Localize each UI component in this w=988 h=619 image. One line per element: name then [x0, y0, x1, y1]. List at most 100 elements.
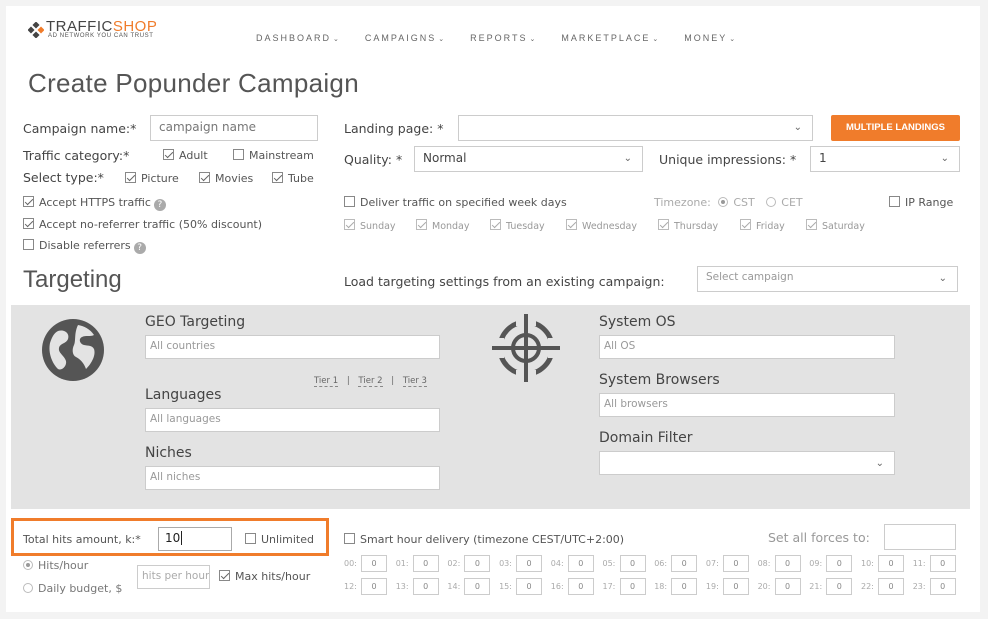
hour-force-input[interactable]: 0 [671, 578, 698, 595]
hour-force-input[interactable]: 0 [671, 555, 698, 572]
hour-force-input[interactable]: 0 [929, 578, 956, 595]
wednesday-checkbox[interactable] [566, 219, 577, 230]
weekday-tuesday[interactable]: Tuesday [490, 219, 545, 232]
nav-money[interactable]: MONEY ⌄ [684, 33, 735, 43]
accept-noreferrer-checkbox[interactable] [23, 218, 34, 229]
nav-reports[interactable]: REPORTS ⌄ [470, 33, 535, 43]
hour-force-input[interactable]: 0 [878, 555, 904, 572]
weekday-thursday[interactable]: Thursday [658, 219, 718, 232]
load-targeting-placeholder: Select campaign [706, 271, 794, 283]
accept-noreferrer-option[interactable]: Accept no-referrer traffic (50% discount… [23, 218, 262, 231]
niches-input[interactable]: All niches [145, 466, 440, 490]
hits-hour-radio[interactable] [23, 560, 33, 570]
landing-page-select[interactable]: ⌄ [458, 115, 813, 141]
accept-https-option[interactable]: Accept HTTPS traffic? [23, 196, 166, 211]
category-mainstream[interactable]: Mainstream [233, 149, 314, 162]
smart-hour-checkbox[interactable] [344, 533, 355, 544]
quality-select[interactable]: Normal ⌄ [414, 146, 643, 172]
weekday-wednesday[interactable]: Wednesday [566, 219, 637, 232]
help-icon[interactable]: ? [133, 242, 146, 254]
domain-filter-select[interactable]: ⌄ [599, 451, 895, 475]
weekday-friday[interactable]: Friday [740, 219, 785, 232]
hour-force-input[interactable]: 0 [826, 578, 853, 595]
hour-force-input[interactable]: 0 [412, 578, 439, 595]
ip-range-option[interactable]: IP Range [889, 196, 953, 209]
hour-force-input[interactable]: 0 [722, 555, 749, 572]
languages-input[interactable]: All languages [145, 408, 440, 432]
deliver-week-days-checkbox[interactable] [344, 196, 355, 207]
nav-marketplace[interactable]: MARKETPLACE ⌄ [561, 33, 658, 43]
hour-force-input[interactable]: 0 [774, 555, 801, 572]
picture-checkbox[interactable] [125, 172, 136, 183]
unlimited-option[interactable]: Unlimited [245, 533, 314, 546]
adult-checkbox[interactable] [163, 149, 174, 160]
set-all-forces-input[interactable] [884, 524, 956, 550]
help-icon[interactable]: ? [153, 199, 166, 211]
weekday-monday[interactable]: Monday [416, 219, 470, 232]
category-adult[interactable]: Adult [163, 149, 208, 162]
tier-2-link[interactable]: Tier 2 [358, 376, 383, 387]
friday-checkbox[interactable] [740, 219, 751, 230]
system-os-input[interactable]: All OS [599, 335, 895, 359]
nav-campaigns[interactable]: CAMPAIGNS ⌄ [365, 33, 444, 43]
geo-targeting-input[interactable]: All countries [145, 335, 440, 359]
campaign-name-input[interactable]: campaign name [150, 115, 318, 141]
hour-force-input[interactable]: 0 [826, 555, 853, 572]
total-hits-input[interactable]: 10 [158, 527, 232, 551]
tuesday-checkbox[interactable] [490, 219, 501, 230]
hour-force-input[interactable]: 0 [774, 578, 801, 595]
nav-dashboard[interactable]: DASHBOARD ⌄ [256, 33, 339, 43]
movies-checkbox[interactable] [199, 172, 210, 183]
hour-force-input[interactable]: 0 [516, 555, 543, 572]
smart-hour-option[interactable]: Smart hour delivery (timezone CEST/UTC+2… [344, 533, 624, 546]
tier-3-link[interactable]: Tier 3 [402, 376, 427, 387]
max-hits-checkbox[interactable] [219, 570, 230, 581]
adult-label: Adult [179, 149, 208, 162]
unique-impressions-select[interactable]: 1 ⌄ [810, 146, 960, 172]
daily-budget-radio[interactable] [23, 583, 33, 593]
monday-checkbox[interactable] [416, 219, 427, 230]
saturday-checkbox[interactable] [806, 219, 817, 230]
rate-hits-hour-option[interactable]: Hits/hour [23, 559, 88, 572]
multiple-landings-button[interactable]: MULTIPLE LANDINGS [831, 115, 960, 141]
hour-force-input[interactable]: 0 [361, 578, 387, 595]
tier-1-link[interactable]: Tier 1 [314, 376, 339, 387]
hour-force-input[interactable]: 0 [619, 555, 646, 572]
hour-force-input[interactable]: 0 [929, 555, 956, 572]
type-movies[interactable]: Movies [199, 172, 253, 185]
rate-daily-budget-option[interactable]: Daily budget, $ [23, 582, 122, 595]
hour-force-input[interactable]: 0 [464, 578, 491, 595]
hour-force-input[interactable]: 0 [567, 555, 594, 572]
hour-force-input[interactable]: 0 [412, 555, 439, 572]
timezone-cet-radio[interactable] [766, 197, 777, 207]
hour-force-input[interactable]: 0 [516, 578, 543, 595]
system-browsers-input[interactable]: All browsers [599, 393, 895, 417]
weekday-sunday[interactable]: Sunday [344, 219, 396, 232]
sunday-checkbox[interactable] [344, 219, 355, 230]
hour-force-input[interactable]: 0 [361, 555, 387, 572]
hits-per-hour-input[interactable]: hits per hour [137, 565, 210, 589]
hour-force-input[interactable]: 0 [464, 555, 491, 572]
unlimited-checkbox[interactable] [245, 533, 256, 544]
hour-force-input[interactable]: 0 [567, 578, 594, 595]
thursday-checkbox[interactable] [658, 219, 669, 230]
disable-referrers-option[interactable]: Disable referrers? [23, 239, 146, 254]
type-tube[interactable]: Tube [272, 172, 314, 185]
weekday-saturday[interactable]: Saturday [806, 219, 865, 232]
hour-label: 13: [395, 582, 409, 591]
hour-force-input[interactable]: 0 [878, 578, 904, 595]
accept-https-checkbox[interactable] [23, 196, 34, 207]
disable-referrers-checkbox[interactable] [23, 239, 34, 250]
max-hits-option[interactable]: Max hits/hour [219, 570, 310, 583]
mainstream-checkbox[interactable] [233, 149, 244, 160]
timezone-cst-radio[interactable] [718, 197, 729, 207]
hour-label: 18: [654, 582, 668, 591]
hour-force-input[interactable]: 0 [619, 578, 646, 595]
ip-range-checkbox[interactable] [889, 196, 900, 207]
deliver-week-days-option[interactable]: Deliver traffic on specified week days [344, 196, 567, 209]
wednesday-label: Wednesday [582, 221, 638, 232]
hour-force-input[interactable]: 0 [722, 578, 749, 595]
load-targeting-select[interactable]: Select campaign ⌄ [697, 266, 958, 292]
type-picture[interactable]: Picture [125, 172, 179, 185]
tube-checkbox[interactable] [272, 172, 283, 183]
